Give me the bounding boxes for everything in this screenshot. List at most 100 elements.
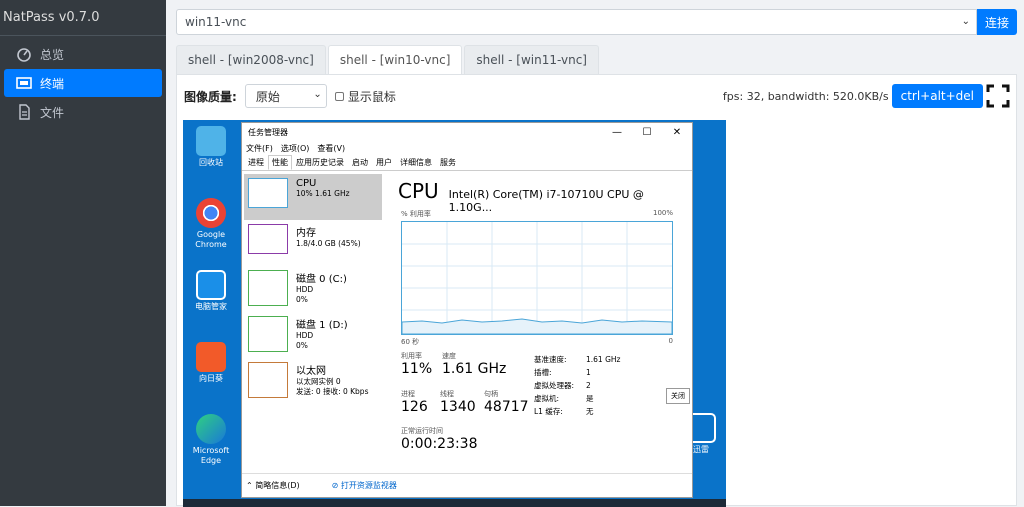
handles-label: 句柄 bbox=[484, 390, 498, 398]
tm-close-button[interactable]: 关闭 bbox=[666, 388, 690, 404]
chevron-down-icon: ⌄ bbox=[313, 89, 322, 100]
resource-title: 以太网 bbox=[296, 366, 326, 377]
fewer-details-label: 简略信息(D) bbox=[255, 481, 300, 490]
tm-tab-app-history[interactable]: 应用历史记录 bbox=[292, 155, 348, 170]
tab-win2008[interactable]: shell - [win2008-vnc] bbox=[176, 45, 326, 74]
maximize-icon[interactable]: ☐ bbox=[632, 127, 662, 138]
utilization-label: 利用率 bbox=[401, 352, 422, 360]
app-title: NatPass v0.7.0 bbox=[0, 0, 166, 36]
tm-tab-processes[interactable]: 进程 bbox=[244, 155, 268, 170]
file-icon bbox=[19, 104, 30, 120]
threads-value: 1340 bbox=[440, 399, 476, 415]
connection-select[interactable]: win11-vnc ⌄ bbox=[176, 9, 977, 35]
desktop-icon-recycle-bin[interactable]: 回收站 bbox=[185, 126, 237, 168]
speed-value: 1.61 GHz bbox=[442, 361, 507, 377]
resource-monitor-link[interactable]: ⊘ 打开资源监视器 bbox=[332, 480, 413, 491]
tm-menubar: 文件(F) 选项(O) 查看(V) bbox=[242, 141, 692, 155]
tm-tab-users[interactable]: 用户 bbox=[372, 155, 396, 170]
vnc-toolbar: 图像质量: 原始 ⌄ 显示鼠标 fps: 32, bandwidth: 520.… bbox=[184, 83, 1010, 109]
graph-x-right: 0 bbox=[668, 337, 673, 345]
detail-value: 无 bbox=[586, 407, 594, 416]
resource-title: 磁盘 0 (C:) bbox=[296, 274, 347, 285]
ctrl-alt-del-button[interactable]: ctrl+alt+del bbox=[891, 84, 983, 108]
tab-win11[interactable]: shell - [win11-vnc] bbox=[464, 45, 599, 74]
tm-tab-startup[interactable]: 启动 bbox=[348, 155, 372, 170]
remote-screen[interactable]: 回收站 Google Chrome 电脑管家 向日葵 Microsoft Edg… bbox=[183, 120, 726, 507]
dashboard-icon bbox=[17, 48, 31, 62]
tm-footer: ⌃ 简略信息(D) ⊘ 打开资源监视器 bbox=[242, 473, 692, 497]
fps-status: fps: 32, bandwidth: 520.0KB/s bbox=[722, 89, 889, 103]
tm-resource-disk0[interactable]: 磁盘 0 (C:) HDD 0% bbox=[244, 266, 382, 312]
close-icon[interactable]: ✕ bbox=[662, 127, 692, 138]
connection-bar: win11-vnc ⌄ 连接 bbox=[176, 9, 1017, 35]
resource-stat: 发送: 0 接收: 0 Kbps bbox=[296, 387, 369, 396]
resource-stat: HDD bbox=[296, 285, 314, 294]
resource-monitor-label: 打开资源监视器 bbox=[340, 481, 397, 490]
resource-title: 磁盘 1 (D:) bbox=[296, 320, 348, 331]
detail-key: 虚拟处理器: bbox=[534, 381, 575, 390]
desktop-icon-chrome[interactable]: Google Chrome bbox=[185, 198, 237, 250]
sidebar-item-files[interactable]: 文件 bbox=[4, 98, 162, 126]
speed-label: 速度 bbox=[442, 352, 456, 360]
detail-key: 基准速度: bbox=[534, 355, 567, 364]
tm-resource-ethernet[interactable]: 以太网 以太网实例 0 发送: 0 接收: 0 Kbps bbox=[244, 358, 382, 404]
processes-value: 126 bbox=[401, 399, 428, 415]
connection-value: win11-vnc bbox=[185, 15, 247, 29]
recycle-bin-icon bbox=[196, 126, 226, 156]
sunlogin-icon bbox=[196, 342, 226, 372]
tm-resource-cpu[interactable]: CPU 10% 1.61 GHz bbox=[244, 174, 382, 220]
tm-menu-file[interactable]: 文件(F) bbox=[246, 143, 273, 154]
task-manager-window: 任务管理器 — ☐ ✕ 文件(F) 选项(O) 查看(V) 进程 性能 应用历史… bbox=[241, 122, 693, 498]
sidebar-item-label: 终端 bbox=[40, 76, 65, 91]
desktop-icon-edge[interactable]: Microsoft Edge bbox=[185, 414, 237, 466]
resource-stat: 0% bbox=[296, 341, 308, 350]
tm-resource-memory[interactable]: 内存 1.8/4.0 GB (45%) bbox=[244, 220, 382, 266]
tm-resource-disk1[interactable]: 磁盘 1 (D:) HDD 0% bbox=[244, 312, 382, 358]
tm-menu-view[interactable]: 查看(V) bbox=[317, 143, 345, 154]
sidebar-item-terminal[interactable]: 终端 bbox=[4, 69, 162, 97]
sidebar-nav: 总览 终端 文件 bbox=[0, 40, 166, 126]
fewer-details-link[interactable]: ⌃ 简略信息(D) bbox=[246, 480, 316, 491]
disk-thumb bbox=[248, 270, 288, 306]
connect-button[interactable]: 连接 bbox=[977, 9, 1017, 35]
sidebar-item-overview[interactable]: 总览 bbox=[4, 40, 162, 68]
graph-label-left: % 利用率 bbox=[401, 210, 431, 218]
sidebar: NatPass v0.7.0 总览 终端 文件 bbox=[0, 0, 166, 506]
detail-value: 1.61 GHz bbox=[586, 355, 621, 364]
resource-stat: 0% bbox=[296, 295, 308, 304]
quality-value: 原始 bbox=[255, 89, 280, 104]
resource-title: 内存 bbox=[296, 228, 316, 239]
tm-tab-details[interactable]: 详细信息 bbox=[396, 155, 436, 170]
show-cursor-label: 显示鼠标 bbox=[347, 89, 396, 104]
tab-win10[interactable]: shell - [win10-vnc] bbox=[327, 45, 463, 74]
quality-select[interactable]: 原始 ⌄ bbox=[244, 84, 327, 108]
sidebar-item-label: 文件 bbox=[40, 105, 65, 120]
desktop-icon-pc-manager[interactable]: 电脑管家 bbox=[185, 270, 237, 312]
chevron-down-icon: ⌄ bbox=[961, 16, 970, 27]
shell-tabs: shell - [win2008-vnc] shell - [win10-vnc… bbox=[176, 45, 601, 74]
desktop-icon-label: 回收站 bbox=[199, 158, 223, 167]
vnc-panel: 图像质量: 原始 ⌄ 显示鼠标 fps: 32, bandwidth: 520.… bbox=[176, 74, 1017, 507]
detail-value: 2 bbox=[586, 381, 591, 390]
sidebar-item-label: 总览 bbox=[40, 47, 65, 62]
memory-thumb bbox=[248, 224, 288, 254]
tm-menu-options[interactable]: 选项(O) bbox=[281, 143, 310, 154]
desktop-icon-sunlogin[interactable]: 向日葵 bbox=[185, 342, 237, 384]
show-cursor-checkbox[interactable]: 显示鼠标 bbox=[334, 88, 396, 105]
tm-tabs: 进程 性能 应用历史记录 启动 用户 详细信息 服务 bbox=[242, 155, 692, 171]
tm-tab-services[interactable]: 服务 bbox=[436, 155, 460, 170]
minimize-icon[interactable]: — bbox=[602, 127, 632, 138]
fullscreen-icon[interactable] bbox=[986, 84, 1010, 108]
checkbox-box[interactable] bbox=[334, 91, 344, 101]
resource-stat: 以太网实例 0 bbox=[296, 377, 341, 386]
graph-x-left: 60 秒 bbox=[401, 338, 420, 346]
detail-key: L1 缓存: bbox=[534, 407, 563, 416]
resource-stat: HDD bbox=[296, 331, 314, 340]
tm-resource-list: CPU 10% 1.61 GHz 内存 1.8/4.0 GB (45%) 磁盘 0 … bbox=[244, 174, 382, 444]
edge-icon bbox=[196, 414, 226, 444]
tm-tab-performance[interactable]: 性能 bbox=[268, 155, 292, 170]
ethernet-thumb bbox=[248, 362, 288, 398]
cpu-heading: CPU bbox=[398, 179, 439, 203]
tm-titlebar: 任务管理器 — ☐ ✕ bbox=[242, 123, 692, 141]
resource-stat: 1.8/4.0 GB (45%) bbox=[296, 239, 361, 248]
